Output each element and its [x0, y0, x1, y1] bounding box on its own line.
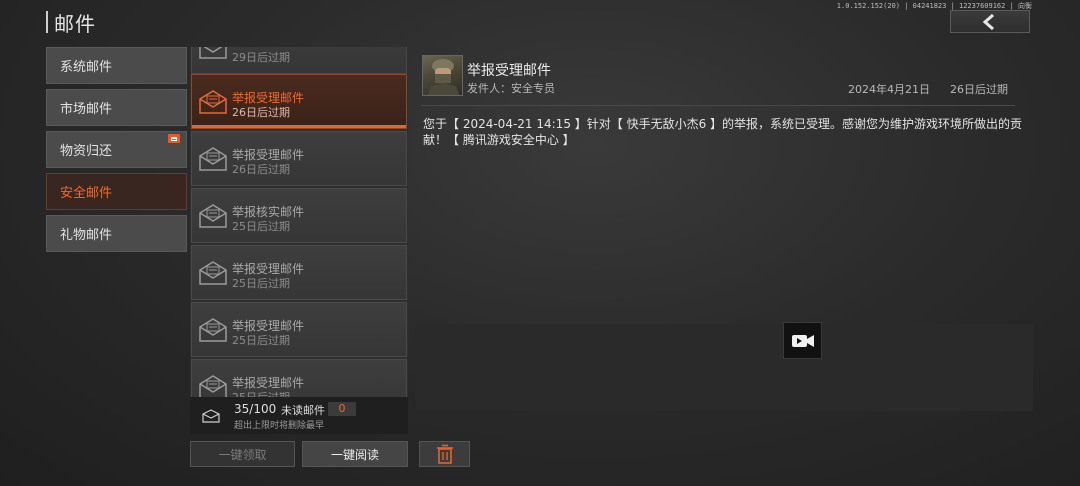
list-item[interactable]: 举报受理邮件 26日后过期: [191, 131, 407, 186]
trash-icon: [436, 444, 453, 464]
mail-count: 35/100: [234, 402, 277, 416]
mail-detail-title: 举报受理邮件: [467, 63, 551, 79]
page-title: 邮件: [54, 11, 96, 36]
claim-all-label: 一键领取: [218, 447, 267, 462]
list-item[interactable]: 29日后过期: [191, 47, 407, 74]
mail-expire: 25日后过期: [232, 277, 290, 290]
mail-limit-note: 超出上限时将删除最早: [234, 421, 325, 431]
sidebar-item-label: 系统邮件: [60, 60, 113, 75]
mail-expire: 26日后过期: [232, 106, 290, 119]
mailbox-icon: [202, 409, 220, 423]
envelope-icon: [199, 261, 227, 285]
envelope-icon: [199, 318, 227, 342]
mail-category-sidebar: 系统邮件 市场邮件 物资归还 安全邮件 礼物邮件: [46, 47, 187, 257]
mail-expire: 25日后过期: [232, 334, 290, 347]
sidebar-item-market[interactable]: 市场邮件: [46, 89, 187, 126]
list-item[interactable]: 举报受理邮件 25日后过期: [191, 302, 407, 357]
claim-all-button[interactable]: 一键领取: [190, 441, 295, 467]
attachment-area: [415, 324, 1033, 411]
mail-expire: 25日后过期: [232, 220, 290, 233]
delete-button[interactable]: [419, 441, 470, 467]
sidebar-item-label: 物资归还: [60, 144, 113, 159]
mail-sender: 发件人：安全专员: [467, 82, 555, 95]
divider: [421, 105, 1015, 106]
list-item[interactable]: 举报核实邮件 25日后过期: [191, 188, 407, 243]
sidebar-item-security[interactable]: 安全邮件: [46, 173, 187, 210]
page-header: 邮件: [46, 8, 96, 36]
sidebar-item-gifts[interactable]: 礼物邮件: [46, 215, 187, 252]
mail-expire: 26日后过期: [232, 163, 290, 176]
read-all-button[interactable]: 一键阅读: [302, 441, 408, 467]
envelope-icon: [199, 204, 227, 228]
soldier-portrait-icon: [427, 59, 460, 95]
envelope-icon: [199, 90, 227, 114]
list-item[interactable]: 举报受理邮件 25日后过期: [191, 245, 407, 300]
envelope-icon: [199, 47, 227, 59]
envelope-icon: [199, 147, 227, 171]
chevron-left-icon: [982, 13, 994, 30]
mail-date: 2024年4月21日: [848, 83, 930, 96]
read-all-label: 一键阅读: [330, 447, 379, 462]
sidebar-item-returns[interactable]: 物资归还: [46, 131, 187, 168]
gift-icon: [168, 134, 180, 143]
video-button[interactable]: [783, 322, 822, 359]
unread-label: 未读邮件: [281, 404, 325, 417]
list-item[interactable]: 举报受理邮件 26日后过期: [191, 74, 407, 129]
mail-counter: 35/100 未读邮件 0 超出上限时将删除最早: [190, 397, 408, 434]
mail-detail-expire: 26日后过期: [950, 83, 1008, 96]
title-accent-bar: [46, 11, 48, 33]
sidebar-item-system[interactable]: 系统邮件: [46, 47, 187, 84]
sidebar-item-label: 安全邮件: [60, 186, 113, 201]
video-camera-icon: [791, 334, 814, 347]
mail-body: 您于【 2024-04-21 14:15 】针对【 快手无敌小杰6 】的举报，系…: [423, 117, 1023, 147]
back-button[interactable]: [950, 10, 1030, 33]
mail-expire: 29日后过期: [232, 51, 290, 64]
sidebar-item-label: 市场邮件: [60, 102, 113, 117]
unread-count-badge: 0: [328, 402, 356, 416]
sender-avatar: [422, 55, 463, 96]
sidebar-item-label: 礼物邮件: [60, 228, 113, 243]
mail-list[interactable]: 29日后过期 举报受理邮件 26日后过期 举报受理邮件 26日后过期 举报核实邮…: [190, 47, 408, 434]
